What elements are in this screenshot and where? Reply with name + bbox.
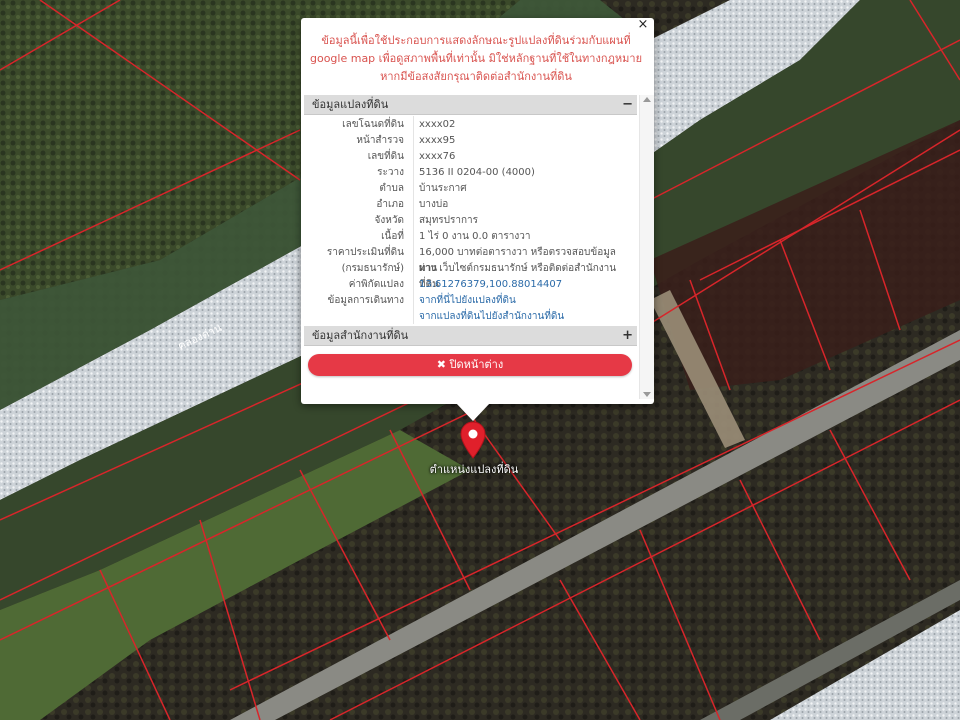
collapse-icon[interactable]: − (622, 95, 633, 115)
scroll-up-icon[interactable] (643, 97, 651, 102)
popup-scrollbar[interactable] (639, 95, 654, 399)
row-label: จังหวัด (374, 215, 404, 226)
scroll-down-icon[interactable] (643, 392, 651, 397)
row-label: ราคาประเมินที่ดิน (326, 247, 404, 258)
row-value: บางบ่อ (419, 199, 449, 210)
land-office-section-title: ข้อมูลสำนักงานที่ดิน (312, 329, 409, 342)
row-label: ค่าพิกัดแปลง (348, 279, 404, 290)
column-divider (413, 116, 414, 324)
row-label: เลขที่ดิน (367, 151, 404, 162)
row-label: อำเภอ (376, 199, 404, 210)
row-label: (กรมธนารักษ์) (341, 263, 404, 274)
map-pin-icon[interactable] (460, 421, 486, 459)
row-value: บ้านระกาศ (419, 183, 467, 194)
row-value: xxxx76 (419, 151, 456, 162)
row-value: 5136 II 0204-00 (4000) (419, 167, 535, 178)
parcel-info-section-header[interactable]: ข้อมูลแปลงที่ดิน − (304, 95, 637, 115)
row-label: ข้อมูลการเดินทาง (327, 295, 404, 306)
row-label: เลขโฉนดที่ดิน (342, 119, 404, 130)
directions-to-office-link[interactable]: จากแปลงที่ดินไปยังสำนักงานที่ดิน (419, 309, 633, 324)
disclaimer-notice: ข้อมูลนี้เพื่อใช้ประกอบการแสดงลักษณะรูปแ… (309, 34, 643, 83)
parcel-info-popup: × ข้อมูลนี้เพื่อใช้ประกอบการแสดงลักษณะรู… (301, 18, 654, 404)
parcel-info-table: เลขโฉนดที่ดิน xxxx02 หน้าสำรวจ xxxx95 เล… (304, 116, 637, 324)
row-value: 1 ไร่ 0 งาน 0.0 ตารางวา (419, 231, 531, 242)
row-value: สมุทรปราการ (419, 215, 479, 226)
row-value: xxxx02 (419, 119, 456, 130)
coordinates-link[interactable]: 13.61276379,100.88014407 (419, 277, 633, 293)
close-window-button[interactable]: ✖ ปิดหน้าต่าง (308, 354, 632, 376)
marker-label: ตำแหน่งแปลงที่ดิน (429, 463, 519, 476)
close-button-icon: ✖ (436, 358, 446, 371)
row-label: ระวาง (377, 167, 404, 178)
close-button-label: ปิดหน้าต่าง (449, 358, 504, 371)
land-office-section-header[interactable]: ข้อมูลสำนักงานที่ดิน + (304, 326, 637, 346)
expand-icon[interactable]: + (622, 326, 633, 346)
directions-to-parcel-link[interactable]: จากที่นี่ไปยังแปลงที่ดิน (419, 293, 633, 309)
popup-pointer (456, 403, 490, 421)
row-label: ตำบล (379, 183, 404, 194)
parcel-info-section-title: ข้อมูลแปลงที่ดิน (312, 98, 389, 111)
close-icon[interactable]: × (636, 18, 650, 32)
row-label: หน้าสำรวจ (356, 135, 404, 146)
row-label: เนื้อที่ (381, 231, 404, 242)
row-value: xxxx95 (419, 135, 456, 146)
